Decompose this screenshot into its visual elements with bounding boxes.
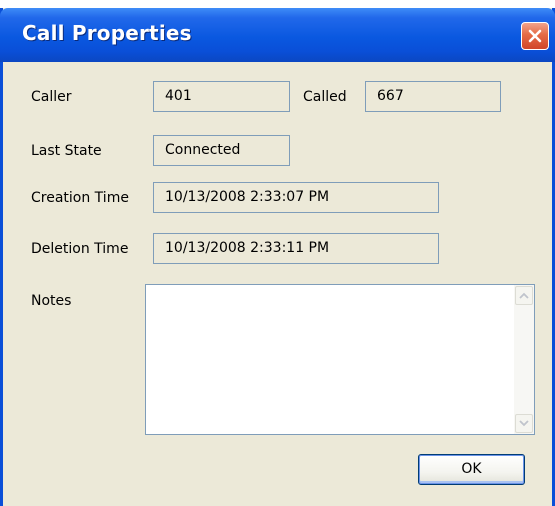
- creation-time-field[interactable]: 10/13/2008 2:33:07 PM: [153, 182, 439, 213]
- notes-scrollbar[interactable]: [514, 285, 534, 434]
- last-state-label: Last State: [31, 143, 102, 159]
- close-icon: [528, 29, 542, 43]
- ok-button[interactable]: OK: [418, 454, 525, 485]
- notes-label: Notes: [31, 293, 72, 309]
- creation-time-label: Creation Time: [31, 190, 129, 206]
- deletion-time-label: Deletion Time: [31, 241, 129, 257]
- chevron-down-icon: [519, 420, 529, 427]
- last-state-field[interactable]: Connected: [153, 135, 290, 166]
- called-field[interactable]: 667: [365, 81, 501, 112]
- close-button[interactable]: [521, 22, 549, 50]
- scroll-down-button[interactable]: [515, 414, 533, 433]
- called-label: Called: [303, 89, 347, 105]
- deletion-time-field[interactable]: 10/13/2008 2:33:11 PM: [153, 233, 439, 264]
- chevron-up-icon: [519, 292, 529, 299]
- scroll-up-button[interactable]: [515, 286, 533, 305]
- title-bar[interactable]: Call Properties: [0, 8, 555, 62]
- caller-label: Caller: [31, 89, 72, 105]
- notes-textarea[interactable]: [145, 284, 535, 435]
- caller-field[interactable]: 401: [153, 81, 290, 112]
- notes-text[interactable]: [149, 288, 512, 431]
- window-title: Call Properties: [22, 21, 192, 45]
